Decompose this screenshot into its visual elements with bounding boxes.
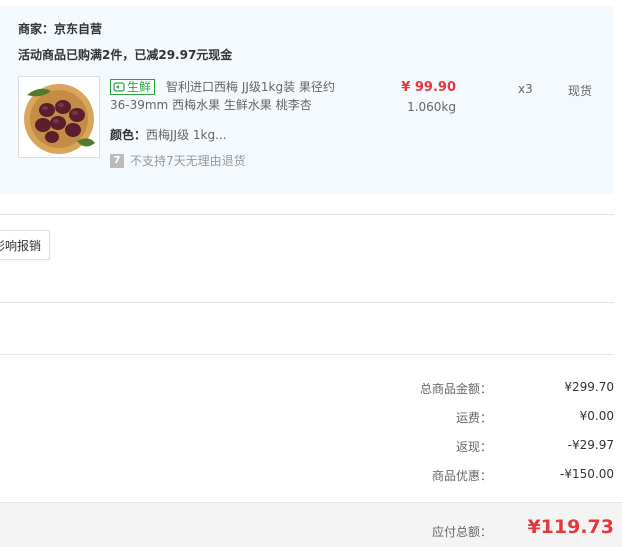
summary-label: 商品优惠： — [431, 469, 492, 483]
total-amount: ¥119.73 — [527, 516, 614, 538]
shop-order-box: 商家：京东自营 活动商品已购满2件，已减29.97元现金 生鲜 智利进口西梅 J… — [0, 6, 614, 194]
summary-row-goods-total: 总商品金额： ¥299.70 — [0, 380, 614, 398]
summary-value: -¥150.00 — [560, 467, 614, 481]
product-quantity: x3 — [518, 82, 533, 96]
return-policy-text: 不支持7天无理由退货 — [130, 154, 246, 168]
product-image[interactable] — [18, 76, 100, 158]
product-title[interactable]: 智利进口西梅 JJ级1kg装 果径约36-39mm 西梅水果 生鲜水果 桃李杏 — [110, 78, 345, 114]
summary-row-cashback: 返现： -¥29.97 — [0, 438, 614, 456]
divider — [0, 214, 614, 215]
product-price: ¥ 99.90 — [401, 80, 456, 95]
no-return-icon: 7 — [110, 153, 124, 168]
summary-value: ¥299.70 — [564, 380, 614, 394]
divider — [0, 302, 614, 303]
summary-label: 总商品金额： — [419, 382, 492, 396]
attribute-value: 西梅JJ级 1kg... — [146, 128, 227, 142]
attribute-label: 颜色： — [110, 128, 147, 142]
plum-image-icon — [19, 77, 99, 157]
promo-text: 活动商品已购满2件，已减29.97元现金 — [18, 48, 233, 62]
summary-label: 返现： — [455, 440, 492, 454]
summary-row-discount: 商品优惠： -¥150.00 — [0, 467, 614, 485]
total-label: 应付总额： — [431, 525, 492, 539]
summary-value: ¥0.00 — [579, 409, 614, 423]
summary-label: 运费： — [455, 411, 492, 425]
merchant-name: 商家：京东自营 — [18, 22, 103, 36]
return-policy: 7 不支持7天无理由退货 — [110, 152, 246, 169]
product-attribute: 颜色：西梅JJ级 1kg... — [110, 126, 227, 143]
stock-status: 现货 — [568, 84, 593, 98]
total-bar: 应付总额： ¥119.73 — [0, 502, 622, 547]
invoice-reimburse-button[interactable]: 影响报销 — [0, 230, 50, 260]
divider — [0, 354, 614, 355]
product-weight: 1.060kg — [407, 100, 456, 114]
summary-row-shipping: 运费： ¥0.00 — [0, 409, 614, 427]
summary-value: -¥29.97 — [567, 438, 614, 452]
